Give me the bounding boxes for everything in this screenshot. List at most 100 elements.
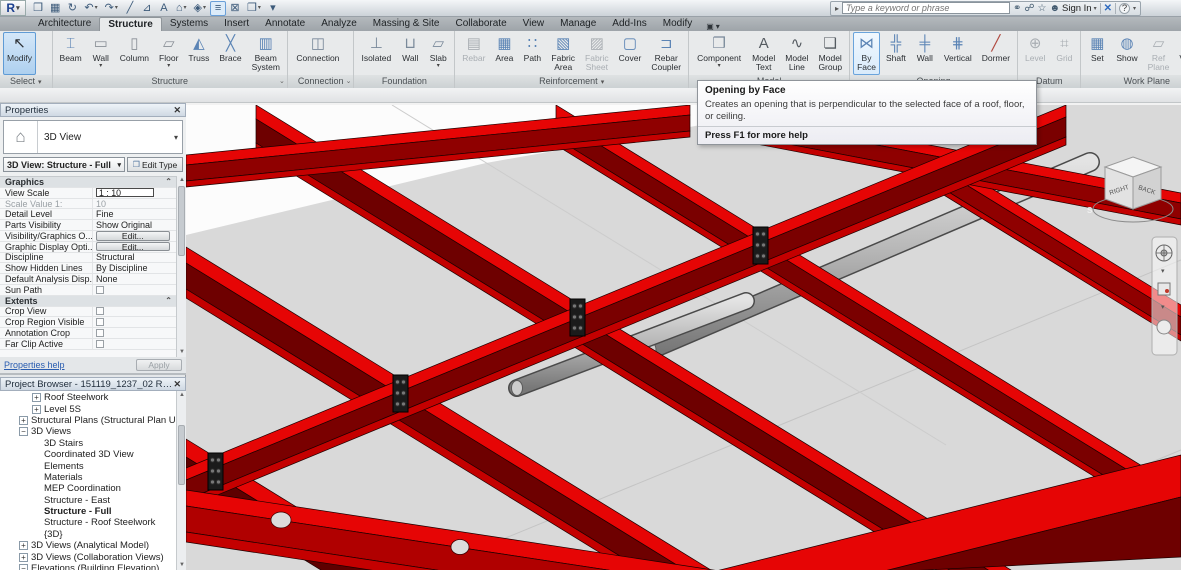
panel-footer-connection[interactable]: Connection⌄ — [288, 75, 354, 88]
prop-value[interactable]: 10 — [92, 199, 176, 209]
ribbon-button-viewer[interactable]: ⊡Viewer — [1175, 32, 1181, 75]
tab-annotate[interactable]: Annotate — [257, 17, 313, 31]
prop-row-graphics[interactable]: Graphics⌃ — [0, 177, 176, 188]
prop-value[interactable] — [92, 285, 176, 295]
project-browser-header[interactable]: Project Browser - 151119_1237_02 Railway… — [0, 377, 186, 391]
prop-value[interactable]: By Discipline — [92, 263, 176, 273]
ribbon-button-fabric-sheet[interactable]: ▨Fabric Sheet — [581, 32, 613, 75]
ribbon-button-level[interactable]: ⊕Level — [1021, 32, 1049, 75]
ribbon-button-wall[interactable]: ▭Wall▾ — [88, 32, 114, 75]
ribbon-button-cover[interactable]: ▢Cover — [615, 32, 646, 75]
section-collapse-icon[interactable]: ⌃ — [165, 296, 176, 305]
tab-manage[interactable]: Manage — [552, 17, 604, 31]
qat-measure-icon[interactable]: ╱ — [122, 1, 138, 16]
ribbon-button-rebar-coupler[interactable]: ⊐Rebar Coupler — [647, 32, 685, 75]
section-collapse-icon[interactable]: ⌃ — [165, 177, 176, 186]
ribbon-display-toggle[interactable]: ▣ ▾ — [706, 22, 720, 31]
prop-value[interactable]: None — [92, 274, 176, 284]
tab-view[interactable]: View — [515, 17, 553, 31]
project-browser-scrollbar[interactable]: ▲ ▼ — [176, 391, 186, 570]
ribbon-button-beam[interactable]: ⌶Beam — [56, 32, 86, 75]
scroll-thumb[interactable] — [178, 186, 185, 256]
edit-type-button[interactable]: ❒ Edit Type — [127, 157, 183, 172]
tree-expand-icon[interactable]: − — [19, 427, 28, 436]
prop-value[interactable] — [92, 317, 176, 327]
panel-footer-foundation[interactable]: Foundation — [354, 75, 454, 88]
prop-value[interactable]: Fine — [92, 209, 176, 219]
properties-scrollbar[interactable]: ▲ ▼ — [176, 176, 186, 357]
tree-item-structure-full[interactable]: Structure - Full — [0, 506, 176, 517]
ribbon-button-wall[interactable]: ⊔Wall — [397, 32, 423, 75]
ribbon-button-slab[interactable]: ▱Slab▾ — [425, 32, 451, 75]
view-filter-combo[interactable]: 3D View: Structure - Full ▾ — [3, 157, 125, 172]
checkbox[interactable] — [96, 318, 104, 326]
tree-item-3d-stairs[interactable]: 3D Stairs — [0, 438, 176, 449]
tree-item-3d-views-collaboration-views[interactable]: +3D Views (Collaboration Views) — [0, 551, 176, 562]
tab-structure[interactable]: Structure — [99, 17, 161, 31]
ribbon-button-column[interactable]: ▯Column — [116, 32, 153, 75]
qat-default-3d-view-icon[interactable]: ⌂▾ — [173, 1, 190, 16]
properties-help-link[interactable]: Properties help — [4, 360, 65, 370]
project-browser-close-icon[interactable]: ✕ — [173, 379, 181, 390]
ribbon-button-show[interactable]: ◍Show — [1112, 32, 1141, 75]
navbar-caret-icon[interactable]: ▾ — [1161, 304, 1165, 311]
qat-section-icon[interactable]: ◈▾ — [191, 1, 209, 16]
prop-row-extents[interactable]: Extents⌃ — [0, 296, 176, 307]
properties-header[interactable]: Properties ✕ — [0, 103, 186, 117]
tree-item-level-5s[interactable]: +Level 5S — [0, 403, 176, 414]
tab-analyze[interactable]: Analyze — [313, 17, 365, 31]
prop-value-input[interactable]: 1 : 10 — [96, 188, 154, 197]
ribbon-button-wall[interactable]: ╪Wall — [912, 32, 938, 75]
checkbox[interactable] — [96, 329, 104, 337]
navigation-bar[interactable]: ▾ ▾ — [1152, 237, 1177, 355]
zoom-region-icon[interactable] — [1158, 283, 1170, 295]
ribbon-button-grid[interactable]: ⌗Grid — [1051, 32, 1077, 75]
tree-item-elevations-building-elevation[interactable]: −Elevations (Building Elevation) — [0, 563, 176, 570]
ribbon-button-fabric-area[interactable]: ▧Fabric Area — [547, 32, 579, 75]
checkbox[interactable] — [96, 286, 104, 294]
ribbon-button-area[interactable]: ▦Area — [491, 32, 517, 75]
tree-item-mep-coordination[interactable]: MEP Coordination — [0, 483, 176, 494]
ribbon-button-brace[interactable]: ╳Brace — [215, 32, 245, 75]
ribbon-button-modify[interactable]: ↖Modify — [3, 32, 36, 75]
help-caret-icon[interactable]: ▾ — [1133, 5, 1136, 12]
qat-tag-text-icon[interactable]: A — [156, 1, 172, 16]
tree-item-roof-steelwork[interactable]: +Roof Steelwork — [0, 392, 176, 403]
panel-footer-workplane[interactable]: Work Plane — [1081, 75, 1181, 88]
tree-expand-icon[interactable]: + — [19, 416, 28, 425]
tree-item-elements[interactable]: Elements — [0, 460, 176, 471]
communication-center-icon[interactable]: ☍ — [1024, 3, 1034, 14]
ribbon-button-shaft[interactable]: ╬Shaft — [882, 32, 910, 75]
exchange-apps-icon[interactable]: ✕ — [1104, 3, 1112, 14]
tree-expand-icon[interactable]: + — [19, 541, 28, 550]
ribbon-button-model-group[interactable]: ❏Model Group — [814, 32, 846, 75]
tab-collaborate[interactable]: Collaborate — [448, 17, 515, 31]
3d-viewport-canvas[interactable]: S RIGHT BACK ▾ — [186, 105, 1181, 570]
prop-value[interactable]: Edit... — [92, 242, 176, 252]
help-icon[interactable]: ? — [1119, 3, 1130, 14]
qat-save-icon[interactable]: ▦ — [47, 1, 63, 16]
type-selector-caret-icon[interactable]: ▾ — [174, 133, 182, 142]
tree-expand-icon[interactable]: − — [19, 564, 28, 570]
ribbon-button-by-face[interactable]: ⋈By Face — [853, 32, 880, 75]
prop-value[interactable] — [92, 307, 176, 317]
prop-value[interactable] — [92, 328, 176, 338]
qat-aligned-dimension-icon[interactable]: ⊿ — [139, 1, 155, 16]
ribbon-button-connection[interactable]: ◫Connection — [291, 32, 345, 75]
qat-switch-windows-icon[interactable]: ❐▾ — [244, 1, 264, 16]
qat-undo-icon[interactable]: ↶▾ — [81, 1, 100, 16]
qat-thin-lines-icon[interactable]: ≡ — [210, 1, 226, 16]
ribbon-button-floor[interactable]: ▱Floor▾ — [155, 32, 182, 75]
edit-button[interactable]: Edit... — [96, 242, 170, 252]
tree-expand-icon[interactable]: + — [32, 405, 41, 414]
tree-expand-icon[interactable]: + — [32, 393, 41, 402]
infocenter-expand-icon[interactable]: ▸ — [835, 4, 839, 13]
ribbon-button-model-text[interactable]: AModel Text — [748, 32, 779, 75]
panel-footer-structure[interactable]: Structure⌄ — [53, 75, 287, 88]
qat-sync-with-central-icon[interactable]: ↻ — [64, 1, 80, 16]
ribbon-button-ref-plane[interactable]: ▱Ref Plane — [1144, 32, 1174, 75]
navbar-caret-icon[interactable]: ▾ — [1161, 268, 1165, 275]
tab-add-ins[interactable]: Add-Ins — [604, 17, 654, 31]
ribbon-button-truss[interactable]: ◭Truss — [184, 32, 213, 75]
type-selector[interactable]: ⌂ 3D View ▾ — [3, 120, 183, 154]
